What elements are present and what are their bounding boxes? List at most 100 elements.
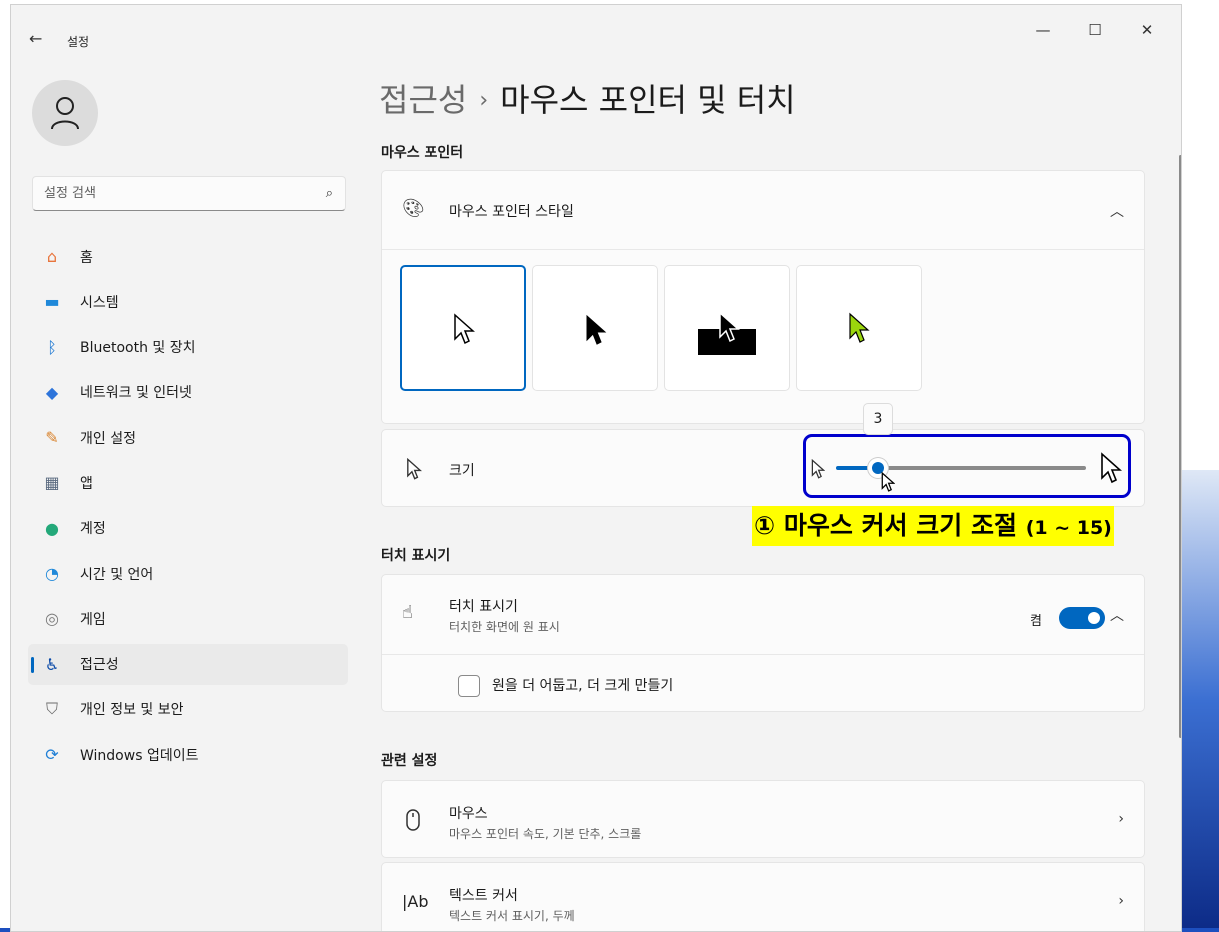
desktop-wallpaper (1182, 470, 1219, 932)
sidebar-item-label: 앱 (80, 475, 93, 492)
divider (382, 654, 1144, 655)
pointer-style-custom[interactable] (796, 265, 922, 391)
sidebar-item-3[interactable]: ◆ 네트워크 및 인터넷 (28, 372, 348, 413)
user-icon (51, 97, 79, 130)
brush-icon: ✎ (45, 428, 59, 448)
sidebar-item-label: 시스템 (80, 294, 119, 311)
sidebar-nav: ⌂ 홈 ▬ 시스템 ᛒ Bluetooth 및 장치 ◆ 네트워크 및 인터넷 ✎ 개인 설정 ▦ 앱… (28, 236, 348, 780)
chevron-right-icon: › (1118, 893, 1124, 909)
related-mouse-sub: 마우스 포인터 속도, 기본 단추, 스크롤 (449, 827, 642, 841)
touch-indicator-toggle[interactable] (1059, 607, 1105, 629)
pointer-style-white[interactable] (400, 265, 526, 391)
close-button[interactable]: ✕ (1137, 21, 1157, 39)
related-text-cursor-sub: 텍스트 커서 표시기, 두께 (449, 909, 575, 923)
small-pointer-icon (811, 459, 825, 479)
pointer-style-inverted[interactable] (664, 265, 790, 391)
custom-color-pointer-icon (849, 312, 870, 343)
related-text-cursor-label: 텍스트 커서 (449, 888, 518, 904)
section-title-touch: 터치 표시기 (381, 548, 451, 564)
sidebar-item-label: 네트워크 및 인터넷 (80, 385, 192, 402)
pointer-icon (407, 458, 422, 480)
breadcrumb-parent[interactable]: 접근성 (379, 81, 467, 119)
darker-circle-checkbox[interactable] (458, 675, 480, 697)
related-mouse-label: 마우스 (449, 806, 488, 822)
inverted-pointer-icon (698, 311, 756, 355)
mouse-icon (406, 809, 420, 831)
sidebar-item-7[interactable]: ◔ 시간 및 언어 (28, 553, 348, 594)
toggle-state-label: 켬 (1030, 614, 1042, 629)
update-icon: ⟳ (45, 745, 59, 765)
white-pointer-icon (454, 313, 475, 345)
accessibility-icon: ♿ (44, 654, 60, 674)
pointer-style-label: 마우스 포인터 스타일 (449, 204, 574, 220)
title-bar: ← 설정 — ☐ ✕ (11, 5, 1181, 49)
avatar[interactable] (32, 80, 98, 146)
slider-value-tooltip: 3 (863, 403, 893, 435)
annotation-range: (1 ~ 15) (1025, 517, 1112, 539)
sidebar-item-label: 개인 정보 및 보안 (80, 702, 184, 719)
sidebar-item-11[interactable]: ⟳ Windows 업데이트 (28, 734, 348, 775)
touch-indicator-label: 터치 표시기 (449, 599, 518, 615)
breadcrumb-separator: › (479, 88, 489, 113)
chevron-right-icon: › (1118, 811, 1124, 827)
sidebar-item-9[interactable]: ♿ 접근성 (28, 643, 348, 685)
breadcrumb: 접근성 › 마우스 포인터 및 터치 (379, 75, 796, 121)
sidebar-item-label: 접근성 (80, 657, 119, 674)
slider-track[interactable] (878, 466, 1086, 470)
sidebar-item-label: 개인 설정 (80, 430, 136, 447)
sidebar-item-label: Bluetooth 및 장치 (80, 340, 196, 357)
page-title: 마우스 포인터 및 터치 (500, 81, 796, 119)
chevron-up-icon[interactable]: ︿ (1110, 201, 1124, 221)
scrollbar[interactable] (1179, 155, 1181, 738)
sidebar-item-8[interactable]: ◎ 게임 (28, 598, 348, 639)
sidebar-item-label: 게임 (80, 611, 106, 628)
minimize-button[interactable]: — (1033, 21, 1053, 39)
sidebar-item-label: 계정 (80, 521, 106, 538)
active-indicator (31, 656, 34, 673)
search-box[interactable]: ⌕ (32, 176, 346, 211)
system-icon: ▬ (44, 292, 60, 312)
search-input[interactable] (33, 177, 313, 210)
sidebar-item-label: Windows 업데이트 (80, 747, 199, 764)
search-icon[interactable]: ⌕ (326, 186, 333, 201)
annotation-main: ① 마우스 커서 크기 조절 (754, 511, 1026, 540)
related-mouse-card[interactable]: 마우스 마우스 포인터 속도, 기본 단추, 스크롤 › (381, 780, 1145, 858)
pointer-size-label: 크기 (449, 463, 475, 479)
sidebar-item-5[interactable]: ▦ 앱 (28, 462, 348, 503)
cursor-over-slider-icon (881, 471, 895, 492)
maximize-button[interactable]: ☐ (1085, 21, 1105, 39)
sidebar-item-label: 시간 및 언어 (80, 566, 154, 583)
black-pointer-icon (586, 314, 607, 345)
shield-icon: ⛉ (45, 699, 58, 719)
app-title: 설정 (67, 35, 90, 49)
sidebar-item-0[interactable]: ⌂ 홈 (28, 236, 348, 277)
sidebar-item-1[interactable]: ▬ 시스템 (28, 281, 348, 322)
divider (382, 249, 1144, 250)
back-arrow-icon[interactable]: ← (29, 29, 42, 48)
pointer-style-row[interactable]: 🎨︎ 마우스 포인터 스타일 ︿ (382, 171, 1144, 249)
bluetooth-icon: ᛒ (47, 337, 57, 357)
palette-icon: 🎨︎ (402, 198, 425, 219)
sidebar-item-2[interactable]: ᛒ Bluetooth 및 장치 (28, 327, 348, 368)
related-text-cursor-card[interactable]: |Ab 텍스트 커서 텍스트 커서 표시기, 두께 › (381, 862, 1145, 931)
sidebar-item-10[interactable]: ⛉ 개인 정보 및 보안 (28, 689, 348, 730)
sidebar-item-6[interactable]: ● 계정 (28, 508, 348, 549)
account-icon: ● (45, 518, 59, 538)
text-cursor-icon: |Ab (402, 892, 429, 911)
gamepad-icon: ◎ (45, 609, 59, 629)
apps-icon: ▦ (44, 473, 60, 493)
wifi-icon: ◆ (45, 382, 59, 402)
sidebar-item-4[interactable]: ✎ 개인 설정 (28, 417, 348, 458)
chevron-up-icon[interactable]: ︿ (1110, 605, 1124, 625)
sidebar-item-label: 홈 (80, 249, 93, 266)
pointer-style-black[interactable] (532, 265, 658, 391)
section-title-related: 관련 설정 (381, 753, 438, 769)
annotation-label: ① 마우스 커서 크기 조절 (1 ~ 15) (752, 506, 1114, 546)
time-language-icon: ◔ (45, 564, 59, 584)
large-pointer-icon (1101, 452, 1122, 484)
home-icon: ⌂ (46, 247, 58, 266)
touch-hand-icon: ☝︎ (402, 602, 413, 623)
darker-circle-label[interactable]: 원을 더 어둡고, 더 크게 만들기 (492, 675, 673, 695)
section-title-mouse-pointer: 마우스 포인터 (381, 145, 464, 161)
touch-indicator-sub: 터치한 화면에 원 표시 (449, 620, 560, 634)
